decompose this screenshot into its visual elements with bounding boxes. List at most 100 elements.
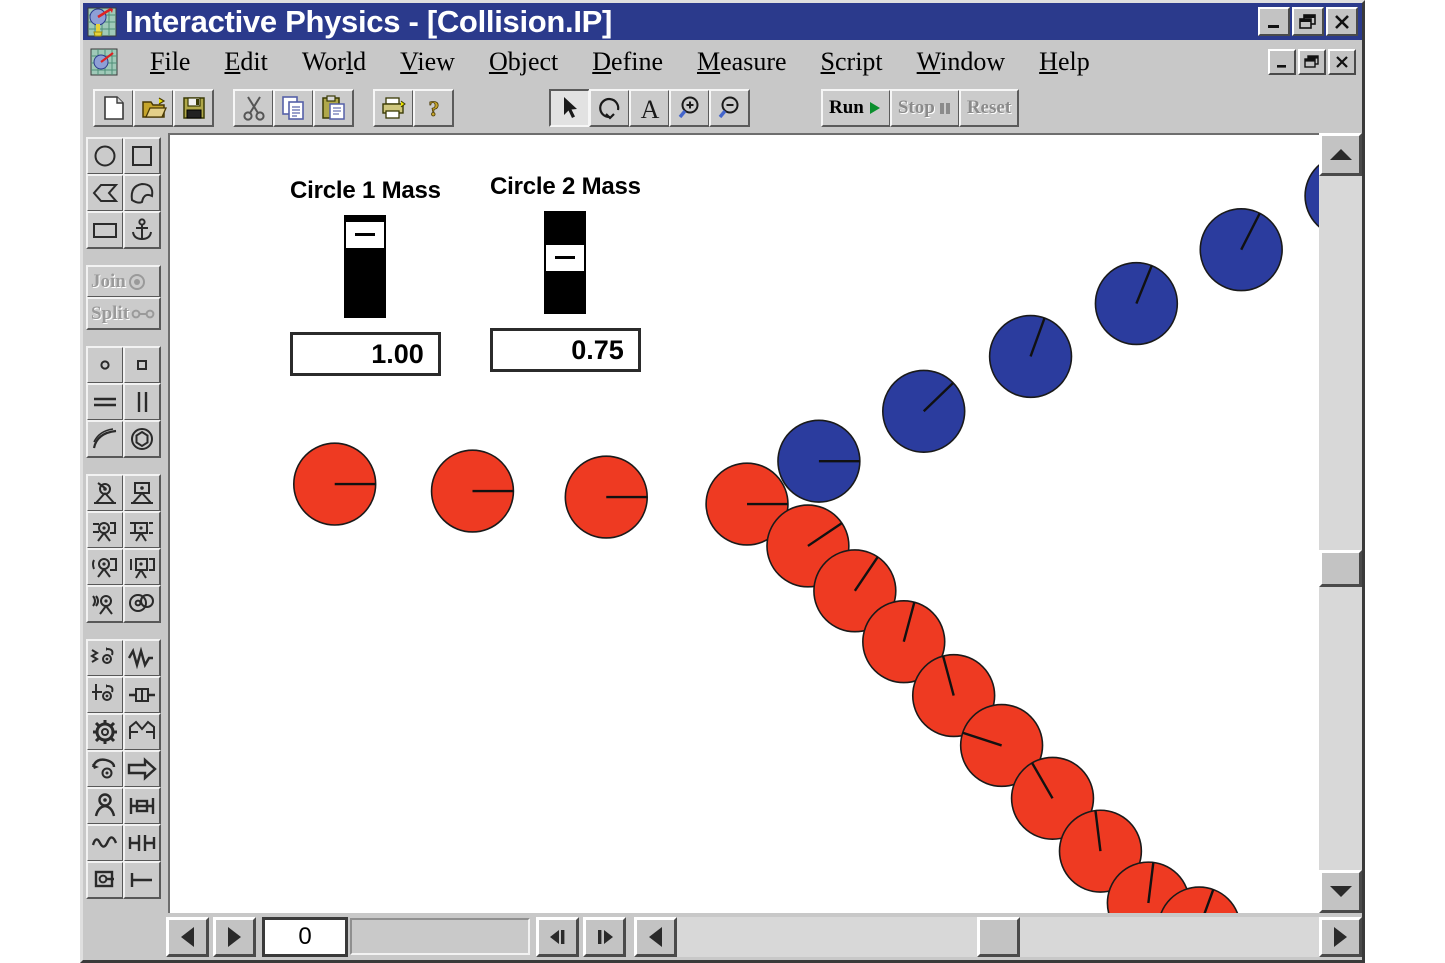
spring-icon[interactable]	[86, 639, 124, 677]
motor-icon[interactable]	[86, 548, 124, 586]
zoom-in-icon[interactable]	[669, 89, 710, 127]
anchor-tool-icon[interactable]	[123, 211, 161, 249]
circle-2-mass-slider-thumb[interactable]	[546, 242, 585, 273]
vertical-scrollbar-thumb[interactable]	[1319, 550, 1362, 588]
separator-icon[interactable]	[123, 383, 161, 421]
blue-circle-body[interactable]	[988, 314, 1073, 399]
slot-joint-icon[interactable]	[86, 511, 124, 549]
title-bar[interactable]: Interactive Physics - [Collision.IP]	[83, 3, 1362, 40]
menu-item-measure[interactable]: Measure	[680, 47, 804, 77]
actuator-icon[interactable]	[123, 548, 161, 586]
restore-button[interactable]	[1292, 7, 1324, 36]
rounded-rect-tool-icon[interactable]	[86, 211, 124, 249]
simulation-canvas[interactable]: Circle 1 Mass 1.00 Circle 2 Mass 0.75	[168, 133, 1362, 913]
menu-item-define[interactable]: Define	[575, 47, 680, 77]
torque-icon[interactable]	[86, 787, 124, 825]
paste-icon[interactable]	[313, 89, 354, 127]
rotate-icon[interactable]	[589, 89, 630, 127]
polygon-tool-icon[interactable]	[86, 174, 124, 212]
frame-forward-button[interactable]	[213, 916, 256, 957]
blue-circle-body[interactable]	[777, 419, 861, 503]
circle-1-mass-slider[interactable]	[344, 215, 387, 318]
hscroll-trough-left[interactable]	[677, 916, 977, 957]
menu-item-edit[interactable]: Edit	[207, 47, 284, 77]
mdi-restore-button[interactable]	[1298, 48, 1326, 75]
linear-actuator-icon[interactable]	[123, 787, 161, 825]
damper-icon[interactable]	[123, 639, 161, 677]
rectangle-tool-icon[interactable]	[123, 137, 161, 175]
circle-1-mass-value[interactable]: 1.00	[290, 332, 441, 376]
wave-icon[interactable]	[86, 824, 124, 862]
text-icon[interactable]: A	[629, 89, 670, 127]
rigid-joint-icon[interactable]	[123, 474, 161, 512]
frame-back-button[interactable]	[166, 916, 209, 957]
mdi-minimize-button[interactable]	[1268, 48, 1296, 75]
gear-pair-icon[interactable]	[123, 585, 161, 623]
red-circle-body[interactable]	[430, 449, 515, 533]
linear-damper-icon[interactable]	[123, 676, 161, 714]
document-icon[interactable]	[89, 47, 119, 77]
menu-item-window[interactable]: Window	[900, 47, 1023, 77]
open-icon[interactable]	[133, 89, 174, 127]
menu-item-world[interactable]: World	[285, 47, 383, 77]
line-tool-icon[interactable]	[123, 861, 161, 899]
arrow-pointer-icon[interactable]	[549, 89, 590, 127]
menu-item-script[interactable]: Script	[804, 47, 900, 77]
menu-item-file[interactable]: File	[133, 47, 207, 77]
hscroll-trough-right[interactable]	[1019, 916, 1319, 957]
keyed-slot-joint-icon[interactable]	[123, 511, 161, 549]
slot-rigid-icon[interactable]	[123, 713, 161, 751]
reset-button[interactable]: Reset	[958, 89, 1020, 127]
blue-circle-body[interactable]	[1199, 208, 1283, 292]
circle-2-mass-slider[interactable]	[544, 211, 587, 314]
rope-pulley-icon[interactable]	[86, 750, 124, 788]
hscroll-right-button[interactable]	[1319, 916, 1362, 957]
pin-joint-icon[interactable]	[86, 474, 124, 512]
blue-circle-body[interactable]	[1094, 261, 1179, 346]
separator-2-icon[interactable]	[123, 824, 161, 862]
circle-1-mass-slider-thumb[interactable]	[346, 219, 385, 250]
force-arrow-icon[interactable]	[123, 750, 161, 788]
rod-icon[interactable]	[86, 383, 124, 421]
vertical-scrollbar[interactable]	[1319, 133, 1362, 913]
stop-button[interactable]: Stop	[889, 89, 960, 127]
point-element-icon[interactable]	[86, 346, 124, 384]
print-icon[interactable]	[373, 89, 414, 127]
square-point-element-icon[interactable]	[123, 346, 161, 384]
help-icon[interactable]: ?	[413, 89, 454, 127]
spring-damper-icon[interactable]	[86, 676, 124, 714]
step-forward-button[interactable]	[583, 916, 626, 957]
curved-polygon-tool-icon[interactable]	[123, 174, 161, 212]
red-circle-body[interactable]	[292, 442, 377, 526]
circle-2-mass-value[interactable]: 0.75	[490, 328, 641, 372]
menu-item-view[interactable]: View	[383, 47, 472, 77]
run-button[interactable]: Run	[821, 89, 891, 127]
copy-icon[interactable]	[273, 89, 314, 127]
minimize-button[interactable]	[1258, 7, 1290, 36]
hscroll-left-button[interactable]	[634, 916, 677, 957]
split-button[interactable]: Split	[86, 297, 161, 330]
rotational-spring-icon[interactable]	[86, 861, 124, 899]
red-circle-body[interactable]	[564, 455, 648, 539]
scroll-down-button[interactable]	[1319, 870, 1362, 913]
circle-tool-icon[interactable]	[86, 137, 124, 175]
blue-circle-body[interactable]	[882, 369, 966, 453]
zoom-out-icon[interactable]	[709, 89, 750, 127]
save-icon[interactable]	[173, 89, 214, 127]
menu-item-help[interactable]: Help	[1022, 47, 1107, 77]
pulley-icon[interactable]	[86, 585, 124, 623]
gear-icon[interactable]	[86, 713, 124, 751]
rope-icon[interactable]	[86, 420, 124, 458]
cut-icon[interactable]	[233, 89, 274, 127]
menu-item-object[interactable]: Object	[472, 47, 575, 77]
close-button[interactable]	[1326, 7, 1358, 36]
step-back-button[interactable]	[536, 916, 579, 957]
mdi-close-button[interactable]	[1328, 48, 1356, 75]
new-icon[interactable]	[93, 89, 134, 127]
horizontal-scrollbar-thumb[interactable]	[976, 916, 1020, 957]
scroll-up-button[interactable]	[1319, 133, 1362, 176]
timeline-trough[interactable]	[350, 918, 530, 955]
gear-ring-icon[interactable]	[123, 420, 161, 458]
frame-counter[interactable]: 0	[262, 916, 348, 957]
join-button[interactable]: Join	[86, 265, 161, 298]
